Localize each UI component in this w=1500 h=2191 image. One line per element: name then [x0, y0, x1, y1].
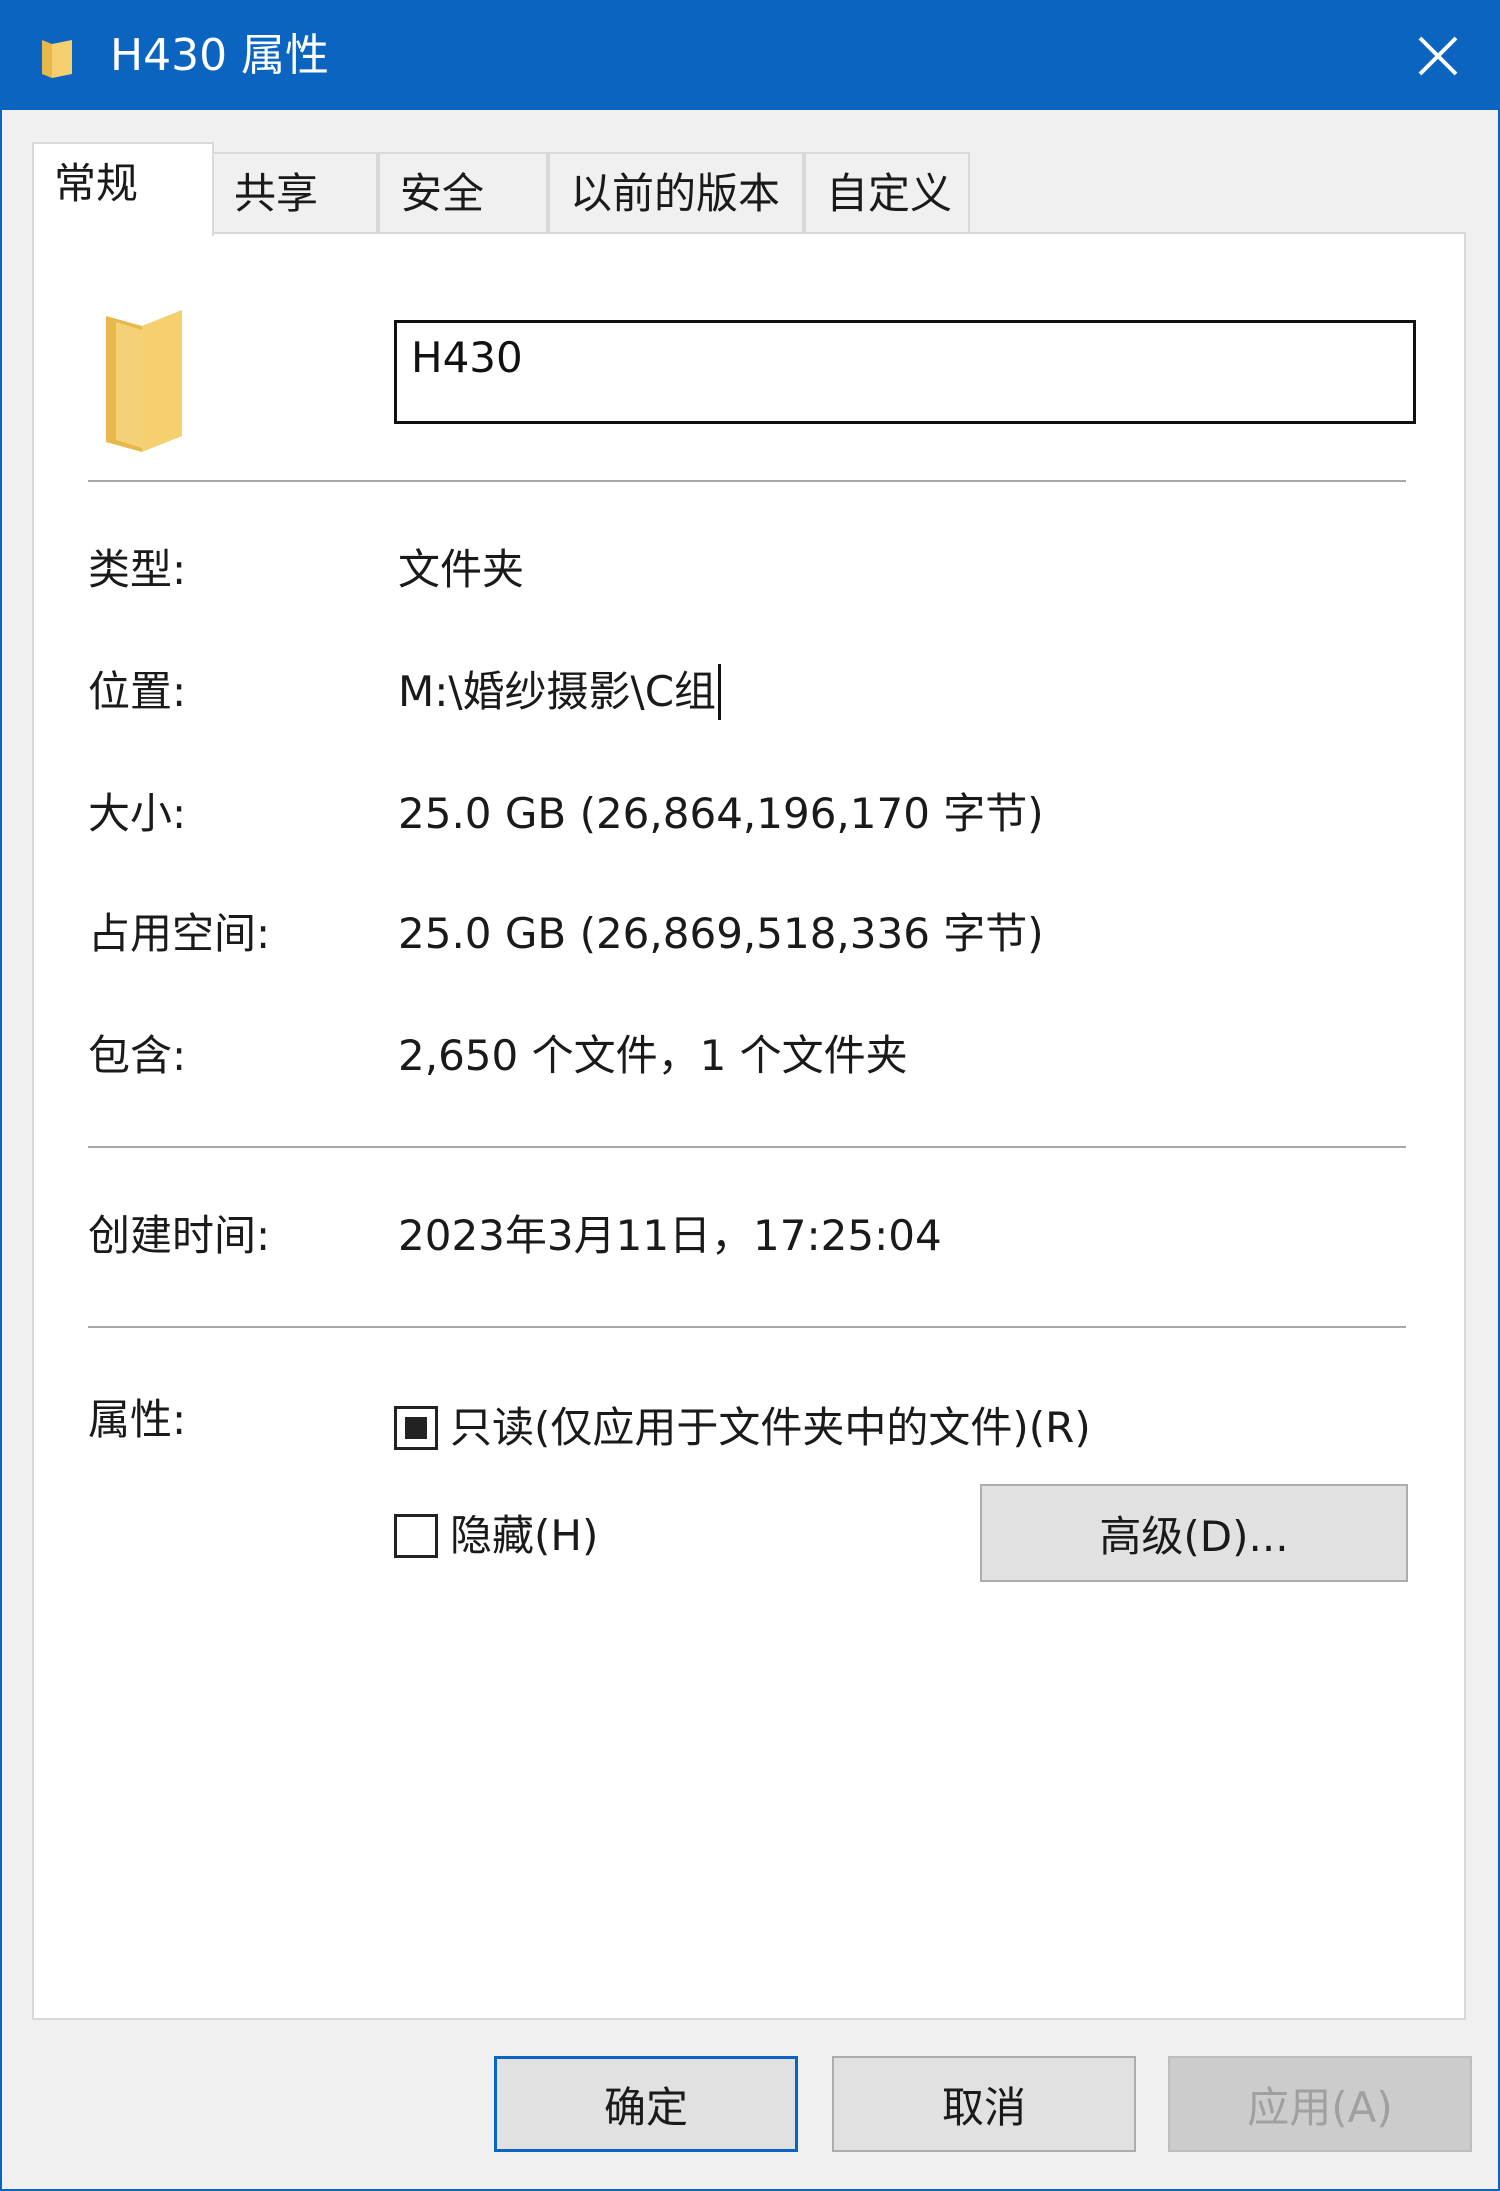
folder-icon — [42, 40, 72, 78]
separator — [88, 1326, 1406, 1328]
hidden-checkbox[interactable] — [394, 1514, 438, 1558]
text-caret — [718, 664, 722, 720]
folder-icon — [106, 310, 182, 452]
separator — [88, 1146, 1406, 1148]
window-title: H430 属性 — [110, 30, 330, 81]
ok-button[interactable]: 确定 — [494, 2056, 798, 2152]
size-value: 25.0 GB (26,864,196,170 字节) — [398, 789, 1044, 838]
close-button[interactable] — [1378, 2, 1498, 110]
tab-security[interactable]: 安全 — [378, 152, 548, 234]
general-panel — [32, 232, 1466, 2020]
size-label: 大小: — [88, 789, 187, 838]
cancel-button[interactable]: 取消 — [832, 2056, 1136, 2152]
tab-previous-versions[interactable]: 以前的版本 — [548, 152, 804, 234]
advanced-button[interactable]: 高级(D)... — [980, 1484, 1408, 1582]
size-on-disk-label: 占用空间: — [88, 909, 271, 958]
apply-button[interactable]: 应用(A) — [1168, 2056, 1472, 2152]
readonly-checkbox[interactable] — [394, 1406, 438, 1450]
contains-label: 包含: — [88, 1031, 187, 1080]
attributes-label: 属性: — [88, 1395, 187, 1444]
properties-dialog: H430 属性 常规 共享 安全 以前的版本 自定义 类型: 文件夹 位置: M… — [0, 0, 1500, 2191]
folder-name-input[interactable] — [394, 320, 1416, 424]
type-value: 文件夹 — [398, 545, 525, 594]
contains-value: 2,650 个文件，1 个文件夹 — [398, 1031, 908, 1080]
title-bar[interactable]: H430 属性 — [2, 2, 1498, 110]
location-value[interactable]: M:\婚纱摄影\C组 — [398, 664, 722, 720]
type-label: 类型: — [88, 545, 187, 594]
separator — [88, 480, 1406, 482]
readonly-label[interactable]: 只读(仅应用于文件夹中的文件)(R) — [450, 1400, 1091, 1456]
tab-sharing[interactable]: 共享 — [212, 152, 378, 234]
created-label: 创建时间: — [88, 1211, 271, 1260]
location-label: 位置: — [88, 667, 187, 716]
created-value: 2023年3月11日，17:25:04 — [398, 1211, 942, 1260]
tab-general[interactable]: 常规 — [32, 142, 214, 236]
tab-customize[interactable]: 自定义 — [804, 152, 970, 234]
close-icon — [1418, 36, 1458, 76]
hidden-label[interactable]: 隐藏(H) — [450, 1508, 598, 1564]
location-text: M:\婚纱摄影\C组 — [398, 667, 717, 716]
size-on-disk-value: 25.0 GB (26,869,518,336 字节) — [398, 909, 1044, 958]
